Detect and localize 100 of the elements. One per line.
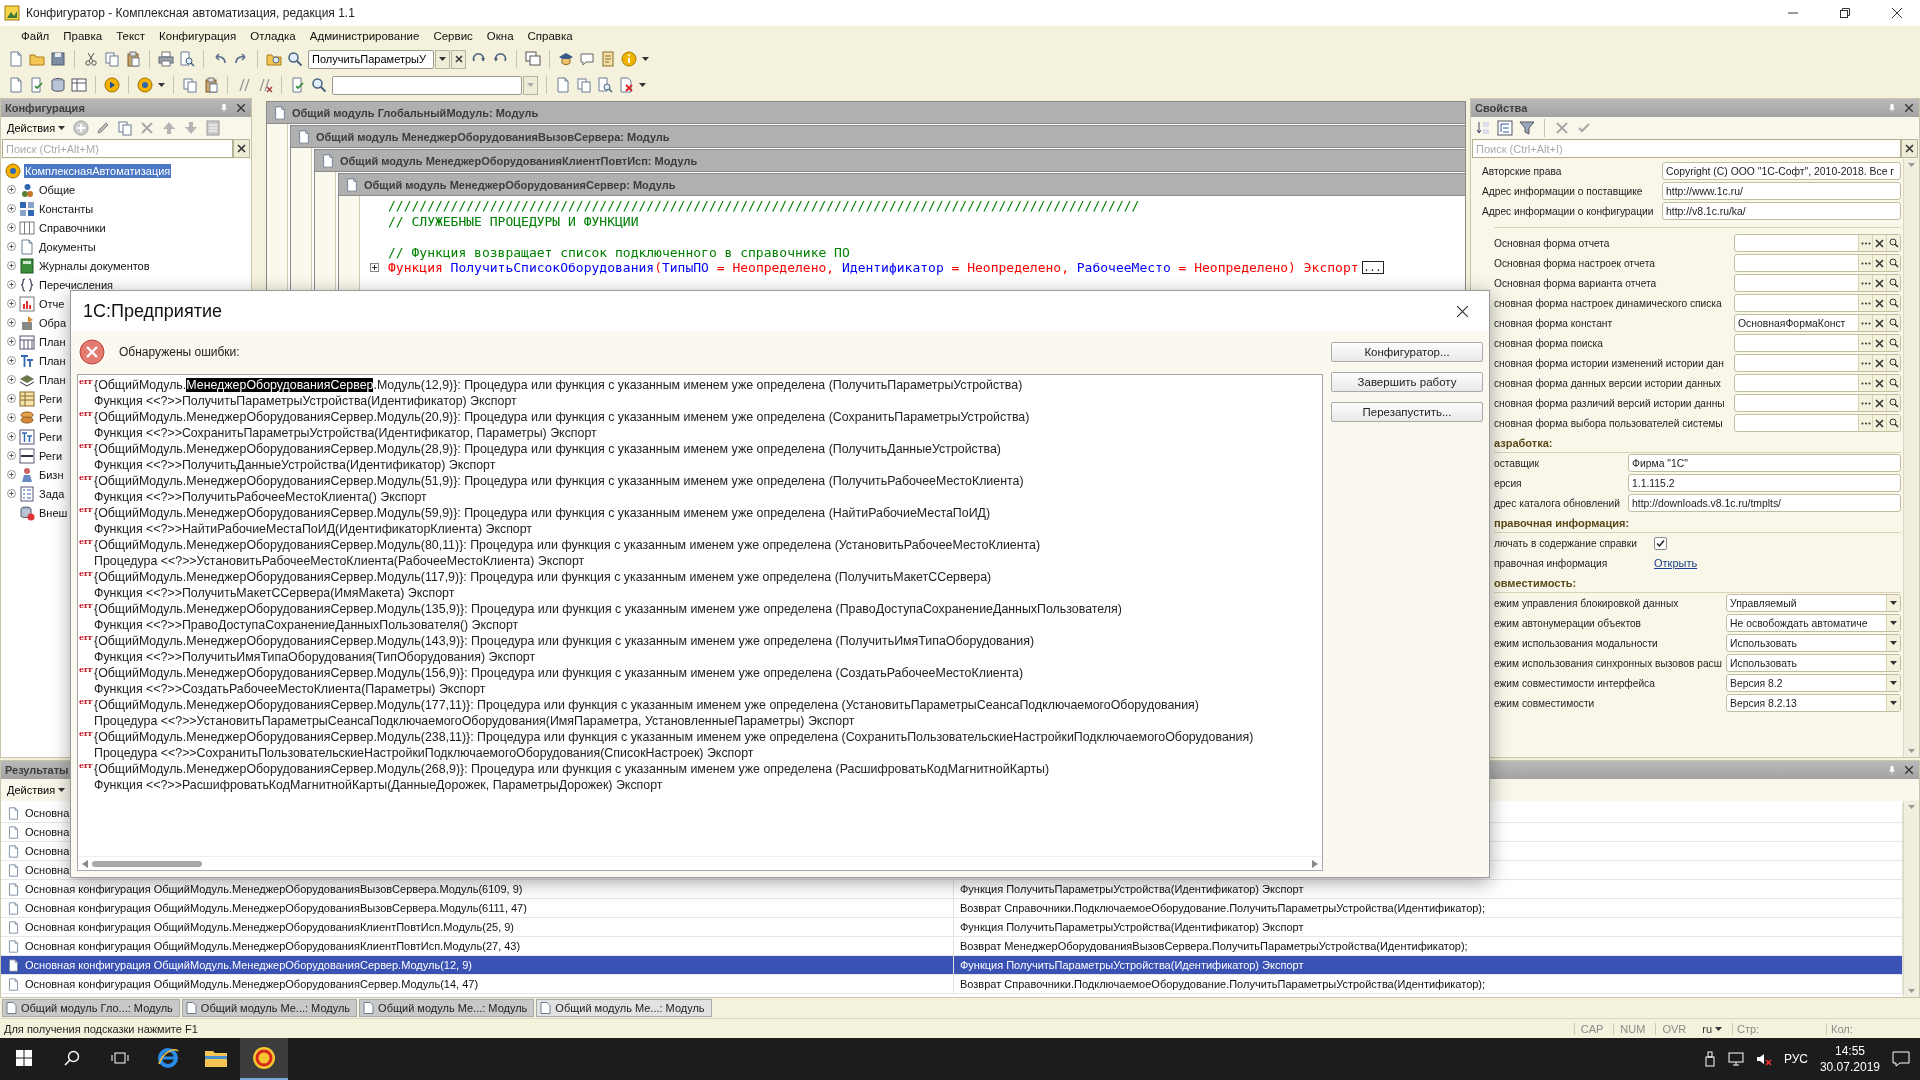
tree-item[interactable]: Перечисления [38,277,114,292]
error-message: {ОбщийМодуль.МенеджерОборудованияСервер.Модуль(28,9)}: Процедура или функция с указанным именем уже определена (ПолучитьДанныеУстройства) [94,441,1001,457]
tree-item[interactable]: Внеш [38,505,69,520]
actions-menu-button[interactable]: Действия [5,122,68,134]
tree-item[interactable]: Справочники [38,220,107,235]
menu-item[interactable]: Отладка [243,30,303,42]
tree-item[interactable]: Реги [38,429,64,444]
menu-item[interactable]: Текст [109,30,153,42]
tree-item[interactable]: Зада [38,486,66,501]
property-label: ежим использования синхронных вызовов расш [1494,657,1723,669]
tree-item[interactable]: Обра [38,315,68,330]
tree-item[interactable]: Журналы документов [38,258,151,273]
window-tab[interactable]: Общий модуль Ме...: Модуль [536,999,712,1017]
result-row[interactable]: Основная конфигурация ОбщийМодуль.МенеджерОборудованияВызовСервера.Модуль(6111, 47) Возврат Справочники.ПодключаемоеОборудование.ПолучитьПараметрыУстройства(Идентификатор); [1,899,1903,918]
actions-menu-button[interactable]: Действия [5,784,68,796]
input-language[interactable]: РУС [1783,1052,1808,1066]
property-label: лючать в содержание справки [1494,537,1638,549]
menu-item[interactable]: Правка [56,30,110,42]
tree-item[interactable]: План [38,334,67,349]
tree-item[interactable]: Реги [38,410,64,425]
tree-item[interactable]: КомплекснаяАвтоматизация [24,163,172,178]
dropdown-field[interactable]: Управляемый [1726,594,1901,612]
window-title: Конфигуратор - Комплексная автоматизация, редакция 1.1 [26,6,356,20]
table-cell: Основная конфигурация ОбщийМодуль.МенеджерОборудованияВызовСервера.Модуль(6109, 9) [25,883,523,895]
error-message: {ОбщийМодуль.МенеджерОборудованияСервер.Модуль(268,9)}: Процедура или функция с указанным именем уже определена (РасшифроватьКодМагнитнойКарты) [94,761,1050,777]
window-title: Общий модуль МенеджерОборудованияСервер: Модуль [364,178,676,191]
property-field[interactable]: http://downloads.v8.1c.ru/tmplts/ [1628,494,1901,512]
error-message: {ОбщийМодуль.МенеджерОборудованияСервер.Модуль(20,9)}: Процедура или функция с указанным именем уже определена (СохранитьПараметрыУстройства) [94,409,1030,425]
collapsed-block-marker[interactable]: ... [1361,261,1384,275]
error-detail: Функция <<?>>ПолучитьРабочееМестоКлиента() Экспорт [94,489,427,505]
column-label: Кол: [1826,1022,1916,1035]
tree-item[interactable]: Общие [38,182,77,197]
property-field[interactable]: Copyright (C) ООО "1С-Софт", 2010-2018. Все г [1662,162,1901,180]
dialog-button[interactable]: Конфигуратор... [1331,342,1483,362]
result-row[interactable]: Основная конфигурация ОбщийМодуль.МенеджерОборудованияВызовСервера.Модуль(6109, 9) Функция ПолучитьПараметрыУстройства(Идентификатор) Экспорт [1,880,1903,899]
menu-item[interactable]: Администрирование [302,30,427,42]
open-link[interactable]: Открыть [1654,557,1698,569]
property-label: сновная форма поиска [1494,337,1604,349]
dropdown-field[interactable]: Версия 8.2 [1726,674,1901,692]
menu-item[interactable]: Конфигурация [152,30,244,42]
property-label: оставщик [1494,457,1540,469]
result-row[interactable]: Основная конфигурация ОбщийМодуль.МенеджерОборудованияСервер.Модуль(12, 9) Функция ПолучитьПараметрыУстройства(Идентификатор) Экспорт [1,956,1903,975]
panel-title: Результаты [5,764,69,776]
clock[interactable]: 14:55 30.07.2019 [1819,1043,1880,1075]
dropdown-field[interactable]: Использовать [1726,634,1901,652]
menu-item[interactable]: Окна [479,30,521,42]
property-field[interactable]: Фирма "1С" [1628,454,1901,472]
error-detail: Функция <<?>>НайтиРабочиеМестаПоИД(ИдентификаторКлиента) Экспорт [94,521,533,537]
error-detail: Функция <<?>>ПолучитьМакетССервера(ИмяМакета) Экспорт [94,585,455,601]
panel-title: Свойства [1475,102,1528,114]
window-title: Общий модуль ГлобальныйМодуль: Модуль [292,106,539,119]
code-line: // СЛУЖЕБНЫЕ ПРОЦЕДУРЫ И ФУНКЦИИ [388,213,639,229]
error-label: err [78,409,94,417]
dropdown-field[interactable]: Использовать [1726,654,1901,672]
table-cell: Основная конфигурация ОбщийМодуль.МенеджерОборудованияКлиентПовтИсп.Модуль(27, 43) [25,940,521,952]
property-label: правочная информация [1494,557,1609,569]
window-tab[interactable]: Общий модуль Ме...: Модуль [181,999,358,1017]
tree-item[interactable]: Реги [38,448,64,463]
tree-item[interactable]: Константы [38,201,95,216]
form-select-field[interactable]: ОсновнаяФормаКонст [1734,314,1901,332]
table-cell: Возврат Справочники.ПодключаемоеОборудование.ПолучитьПараметрыУстройства(Идентификатор); [960,902,1486,914]
tree-item[interactable]: Отче [38,296,66,311]
search-combo[interactable]: ПолучитьПараметрыУ [308,49,434,69]
tree-item[interactable]: План [38,353,67,368]
tree-item[interactable]: Документы [38,239,97,254]
table-cell: Основна [25,845,70,857]
property-field[interactable]: 1.1.115.2 [1628,474,1901,492]
property-field[interactable]: http://v8.1c.ru/ka/ [1662,202,1901,220]
menu-item[interactable]: Файл [14,30,57,42]
result-row[interactable]: Основная конфигурация ОбщийМодуль.МенеджерОборудованияКлиентПовтИсп.Модуль(25, 9) Функция ПолучитьПараметрыУстройства(Идентификатор) Экспорт [1,918,1903,937]
error-message: {ОбщийМодуль.МенеджерОборудованияСервер.Модуль(51,9)}: Процедура или функция с указанным именем уже определена (ПолучитьРабочееМестоКлиента) [94,473,1024,489]
result-row[interactable]: Основная конфигурация ОбщийМодуль.МенеджерОборудованияКлиентПовтИсп.Модуль(27, 43) Возврат МенеджерОборудованияВызовСервера.ПолучитьПараметрыУстройства(Идентификатор); [1,937,1903,956]
property-label: ерсия [1494,477,1523,489]
window-tab[interactable]: Общий модуль Ме...: Модуль [359,999,535,1017]
dialog-button[interactable]: Завершить работу [1331,372,1483,392]
error-detail: Функция <<?>>СохранитьПараметрыУстройства(Идентификатор, Параметры) Экспорт [94,425,597,441]
property-label: сновная форма истории изменений истории дан [1494,357,1725,369]
table-cell: Функция ПолучитьПараметрыУстройства(Идентификатор) Экспорт [960,959,1304,971]
error-message: {ОбщийМодуль.МенеджерОборудованияСервер.Модуль(238,11)}: Процедура или функция с указанным именем уже определена (СохранитьПользовательскиеНастройкиПодключаемогоОборудования) [94,729,1254,745]
window-tab[interactable]: Общий модуль Гло...: Модуль [2,999,180,1017]
error-label: err [78,473,94,481]
tree-item[interactable]: Реги [38,391,64,406]
error-label: err [78,665,94,673]
code-line: Функция ПолучитьСписокОборудования(ТипыПО = Неопределено, Идентификатор = Неопределено, РабочееМесто = Неопределено) Экспорт [388,260,1359,276]
error-detail: Функция <<?>>ПравоДоступаСохранениеДанныхПользователя() Экспорт [94,617,519,633]
dropdown-field[interactable]: Не освобождать автоматиче [1726,614,1901,632]
error-label: err [78,377,94,385]
window-title: Общий модуль МенеджерОборудованияКлиентПовтИсп: Модуль [340,154,698,167]
search-field[interactable]: Поиск (Ctrl+Alt+I) [1472,139,1901,158]
menu-item[interactable]: Справка [520,30,580,42]
tree-item[interactable]: Бизн [38,467,65,482]
search-field[interactable]: Поиск (Ctrl+Alt+M) [2,139,233,158]
result-row[interactable]: Основная конфигурация ОбщийМодуль.МенеджерОборудованияСервер.Модуль(14, 47) Возврат Справочники.ПодключаемоеОборудование.ПолучитьПараметрыУстройства(Идентификатор); [1,975,1903,994]
menu-item[interactable]: Сервис [426,30,480,42]
language-button[interactable]: ru [1696,1022,1728,1035]
property-field[interactable]: http://www.1c.ru/ [1662,182,1901,200]
tree-item[interactable]: План [38,372,67,387]
dialog-button[interactable]: Перезапустить... [1331,402,1483,422]
dropdown-field[interactable]: Версия 8.2.13 [1726,694,1901,712]
error-message: {ОбщийМодуль.МенеджерОборудованияСервер.Модуль(143,9)}: Процедура или функция с указанным именем уже определена (ПолучитьИмяТипаОборудования) [94,633,1035,649]
